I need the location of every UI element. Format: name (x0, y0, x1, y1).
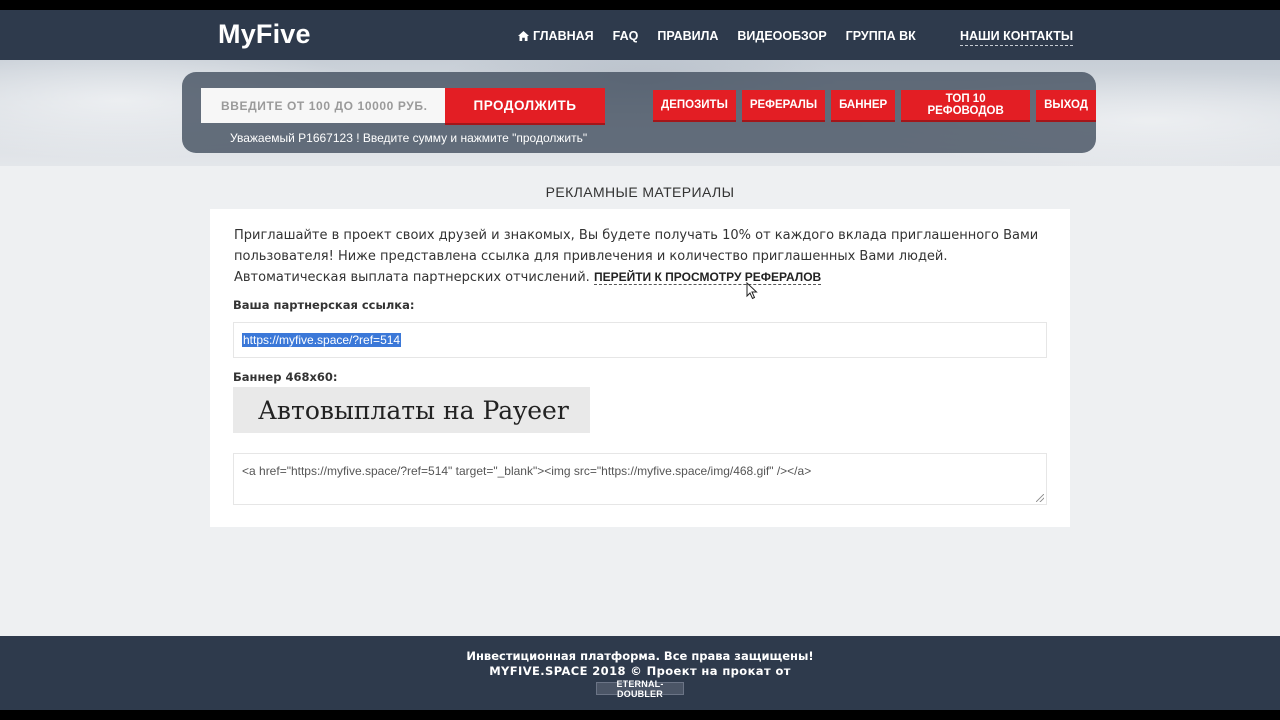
resize-handle-icon[interactable] (1036, 494, 1044, 502)
banner-preview: Автовыплаты на Payeer (233, 387, 590, 433)
top-referrers-button[interactable]: ТОП 10 РЕФОВОДОВ (901, 90, 1031, 120)
deposit-panel: ПРОДОЛЖИТЬ Уважаемый P1667123 ! Введите … (182, 72, 1096, 153)
view-referrals-link[interactable]: ПЕРЕЙТИ К ПРОСМОТРУ РЕФЕРАЛОВ (593, 270, 822, 285)
deposit-hint: Уважаемый P1667123 ! Введите сумму и наж… (230, 131, 588, 145)
banner-button[interactable]: БАННЕР (831, 90, 896, 120)
referrals-button[interactable]: РЕФЕРАЛЫ (741, 90, 826, 120)
ref-link-value: https://myfive.space/?ref=514 (242, 333, 402, 347)
nav-home[interactable]: ГЛАВНАЯ (518, 29, 594, 43)
intro-text: Приглашайте в проект своих друзей и знак… (234, 225, 1044, 288)
deposits-button[interactable]: ДЕПОЗИТЫ (653, 90, 736, 120)
nav-contacts[interactable]: НАШИ КОНТАКТЫ (960, 29, 1074, 46)
banner-code-textarea[interactable]: <a href="https://myfive.space/?ref=514" … (233, 453, 1047, 505)
ref-link-label: Ваша партнерская ссылка: (233, 298, 415, 312)
hero-band: ПРОДОЛЖИТЬ Уважаемый P1667123 ! Введите … (0, 60, 1280, 166)
home-icon (518, 31, 529, 41)
nav-home-label: ГЛАВНАЯ (533, 29, 594, 43)
continue-button[interactable]: ПРОДОЛЖИТЬ (445, 88, 605, 123)
mouse-cursor-icon (746, 282, 758, 300)
top-navbar: MyFive ГЛАВНАЯ FAQ ПРАВИЛА ВИДЕООБЗОР ГР… (0, 10, 1280, 60)
banner-code-value: <a href="https://myfive.space/?ref=514" … (242, 464, 812, 478)
footer-rights: Инвестиционная платформа. Все права защи… (466, 649, 814, 663)
footer-partner-badge[interactable]: ETERNAL-DOUBLER (596, 679, 684, 699)
footer-copyright: MYFIVE.SPACE 2018 © Проект на прокат от (489, 664, 791, 678)
nav-vk-group[interactable]: ГРУППА ВК (846, 29, 916, 43)
logout-button[interactable]: ВЫХОД (1036, 90, 1096, 120)
banner-label: Баннер 468x60: (233, 370, 338, 384)
account-menu: ДЕПОЗИТЫ РЕФЕРАЛЫ БАННЕР ТОП 10 РЕФОВОДО… (653, 90, 1096, 120)
nav-faq[interactable]: FAQ (613, 29, 639, 43)
amount-input[interactable] (201, 88, 445, 123)
nav-rules[interactable]: ПРАВИЛА (657, 29, 718, 43)
nav-video-review[interactable]: ВИДЕООБЗОР (737, 29, 826, 43)
site-logo[interactable]: MyFive (218, 19, 311, 50)
page: MyFive ГЛАВНАЯ FAQ ПРАВИЛА ВИДЕООБЗОР ГР… (0, 10, 1280, 710)
ref-link-field[interactable]: https://myfive.space/?ref=514 (233, 322, 1047, 358)
page-title: РЕКЛАМНЫЕ МАТЕРИАЛЫ (545, 184, 735, 200)
banner-text: Автовыплаты на Payeer (258, 395, 569, 425)
footer: Инвестиционная платформа. Все права защи… (0, 636, 1280, 710)
promo-card: Приглашайте в проект своих друзей и знак… (210, 209, 1070, 527)
main-nav: ГЛАВНАЯ FAQ ПРАВИЛА ВИДЕООБЗОР ГРУППА ВК (518, 29, 916, 43)
